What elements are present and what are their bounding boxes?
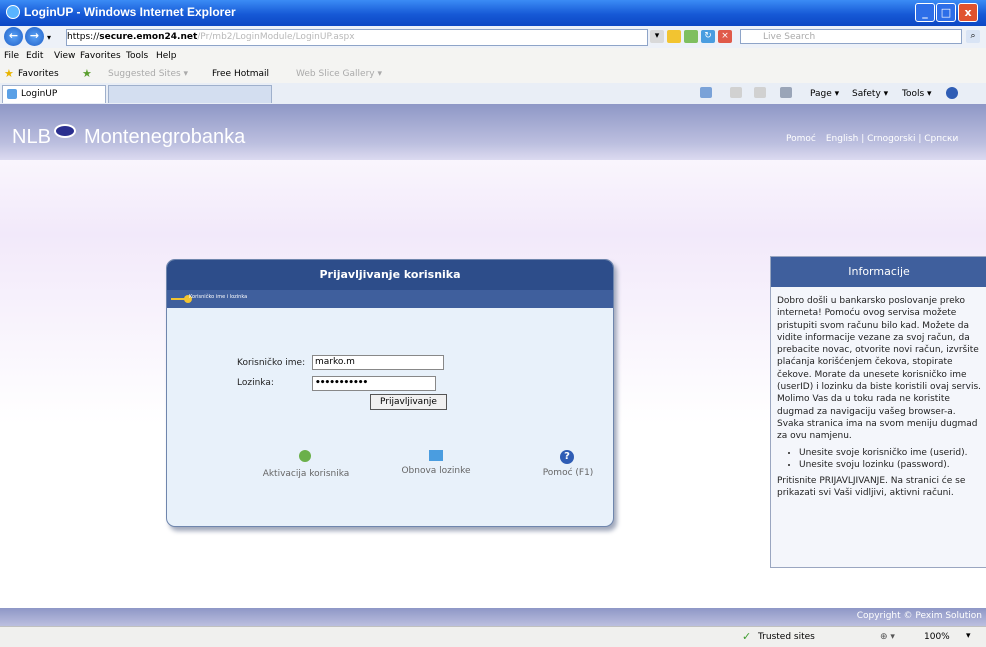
info-list: Unesite svoje korisničko ime (userid). U…	[777, 447, 985, 472]
language-links[interactable]: English | Crnogorski | Српски	[826, 134, 958, 144]
stop-icon[interactable]: ×	[718, 30, 732, 43]
menu-file[interactable]: File	[4, 51, 19, 61]
menu-help[interactable]: Help	[156, 51, 177, 61]
username-label: Korisničko ime:	[237, 358, 306, 368]
activation-shield-icon[interactable]	[299, 450, 311, 462]
login-submit-button[interactable]: Prijavljivanje	[370, 394, 447, 410]
username-input[interactable]: marko.m	[312, 355, 444, 370]
logo-nlb[interactable]: NLB	[12, 126, 51, 149]
menu-favorites[interactable]: Favorites	[80, 51, 121, 61]
activation-link[interactable]: Aktivacija korisnika	[251, 469, 361, 479]
favorites-star-icon[interactable]: ★	[4, 67, 14, 80]
site-footer: Copyright © Pexim Solution	[0, 608, 986, 626]
feeds-icon[interactable]	[730, 87, 742, 98]
page-content: NLB Montenegrobanka Pomoć English | Crnog…	[0, 104, 986, 626]
page-menu[interactable]: Page ▾	[810, 89, 839, 99]
info-panel: Informacije Dobro došli u bankarsko posl…	[770, 256, 986, 568]
help-f1-link[interactable]: Pomoć (F1)	[521, 468, 613, 478]
safety-menu[interactable]: Safety ▾	[852, 89, 888, 99]
zoom-dropdown-icon[interactable]: ▾	[966, 631, 971, 641]
password-reset-link[interactable]: Obnova lozinke	[381, 466, 491, 476]
login-subheader: Korisničko ime i lozinka	[167, 290, 613, 308]
ie-logo-icon	[6, 5, 20, 19]
trusted-check-icon: ✓	[742, 630, 752, 643]
fav-web-slice-gallery[interactable]: Web Slice Gallery ▾	[296, 69, 382, 79]
tab-loginup[interactable]: LoginUP	[2, 85, 106, 103]
tab-title: LoginUP	[21, 89, 58, 99]
address-scheme: https://	[67, 32, 100, 42]
refresh-icon[interactable]: ↻	[701, 30, 715, 43]
logo-bank-name[interactable]: Montenegrobanka	[84, 126, 245, 149]
add-favorite-icon[interactable]: ★	[82, 67, 92, 80]
zoom-level[interactable]: 100%	[924, 632, 950, 642]
history-dropdown-icon[interactable]: ▾	[47, 33, 51, 42]
compatibility-icon[interactable]	[684, 30, 698, 43]
nlb-logo-icon	[54, 124, 76, 138]
mail-icon[interactable]	[754, 87, 766, 98]
address-bar[interactable]: https://secure.emon24.net/Pr/mb2/LoginMo…	[66, 29, 648, 46]
maximize-button[interactable]: □	[936, 3, 956, 22]
copyright-text: Copyright © Pexim Solution	[856, 611, 982, 621]
tools-menu[interactable]: Tools ▾	[902, 89, 932, 99]
security-zone[interactable]: Trusted sites	[758, 632, 815, 642]
lock-icon[interactable]	[667, 30, 681, 43]
print-icon[interactable]	[780, 87, 792, 98]
home-icon[interactable]	[700, 87, 712, 98]
login-panel: Prijavljivanje korisnika Korisničko ime …	[166, 259, 614, 527]
new-tab-button[interactable]	[108, 85, 272, 103]
tab-bar: LoginUP Page ▾ Safety ▾ Tools ▾	[0, 83, 986, 105]
fav-free-hotmail[interactable]: Free Hotmail	[212, 69, 269, 79]
protected-mode-icon[interactable]: ⊕ ▾	[880, 632, 895, 642]
info-outro: Pritisnite PRIJAVLJIVANJE. Na stranici ć…	[777, 476, 966, 499]
address-dropdown-icon[interactable]: ▾	[650, 30, 664, 43]
back-button[interactable]: ←	[4, 27, 23, 46]
forward-button[interactable]: →	[25, 27, 44, 46]
info-body: Dobro došli u bankarsko poslovanje preko…	[777, 295, 985, 500]
minimize-button[interactable]: _	[915, 3, 935, 22]
close-button[interactable]: x	[958, 3, 978, 22]
login-title: Prijavljivanje korisnika	[167, 260, 613, 290]
help-icon[interactable]	[946, 87, 958, 99]
info-intro: Dobro došli u bankarsko poslovanje preko…	[777, 296, 982, 442]
header-links: Pomoć English | Crnogorski | Српски	[786, 134, 958, 144]
page-favicon-icon	[7, 89, 17, 99]
status-bar: ✓ Trusted sites ⊕ ▾ 100% ▾	[0, 626, 986, 647]
info-bullet: Unesite svoje korisničko ime (userid).	[799, 447, 985, 459]
address-host: secure.emon24.net	[99, 32, 198, 42]
info-title: Informacije	[771, 257, 986, 287]
password-input[interactable]: •••••••••••	[312, 376, 436, 391]
help-question-icon[interactable]: ?	[560, 450, 574, 464]
address-path: /Pr/mb2/LoginModule/LoginUP.aspx	[197, 32, 355, 42]
menu-edit[interactable]: Edit	[26, 51, 43, 61]
password-reset-icon[interactable]	[429, 450, 443, 461]
fav-suggested-sites[interactable]: Suggested Sites ▾	[108, 69, 188, 79]
info-bullet: Unesite svoju lozinku (password).	[799, 459, 985, 471]
window-titlebar: LoginUP - Windows Internet Explorer _ □ …	[0, 0, 986, 26]
site-header: NLB Montenegrobanka Pomoć English | Crnog…	[0, 104, 986, 160]
live-search-input[interactable]: Live Search	[740, 29, 962, 44]
help-link[interactable]: Pomoć	[786, 134, 816, 144]
password-label: Lozinka:	[237, 378, 274, 388]
favorites-button[interactable]: Favorites	[18, 69, 59, 79]
menu-view[interactable]: View	[54, 51, 75, 61]
search-icon[interactable]: ⌕	[966, 30, 980, 43]
menu-bar: File Edit View Favorites Tools Help	[0, 48, 986, 66]
menu-tools[interactable]: Tools	[126, 51, 148, 61]
favorites-bar: ★ Favorites ★ Suggested Sites ▾ Free Hot…	[0, 65, 986, 84]
window-title: LoginUP - Windows Internet Explorer	[24, 5, 236, 19]
address-toolbar: ← → ▾ https://secure.emon24.net/Pr/mb2/L…	[0, 26, 986, 49]
login-subtitle: Korisničko ime i lozinka	[189, 294, 248, 300]
